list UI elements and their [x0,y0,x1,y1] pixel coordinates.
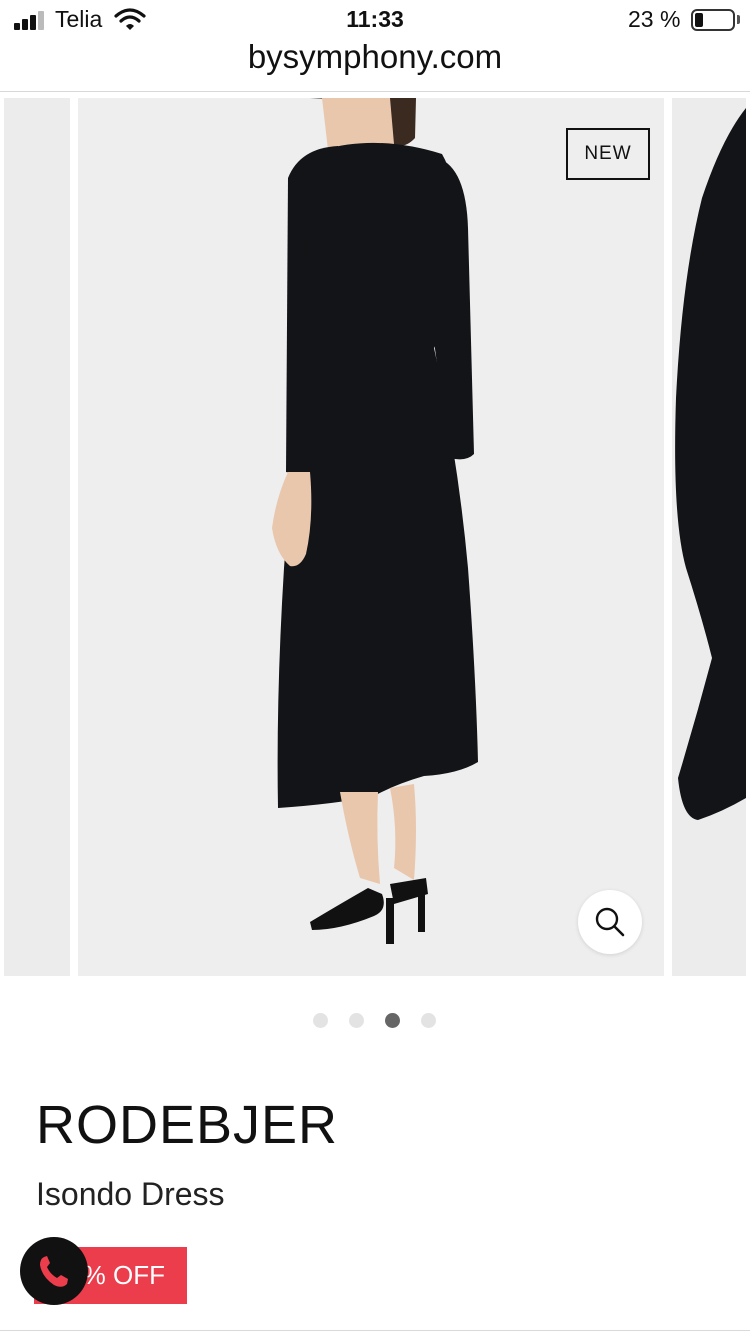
zoom-button[interactable] [578,890,642,954]
chat-button[interactable] [20,1237,88,1305]
battery-percent: 23 % [628,6,681,32]
product-image-carousel[interactable]: NEW [0,98,750,978]
pagination-dot[interactable] [349,1013,364,1028]
search-icon [595,907,625,937]
new-badge: NEW [566,128,650,180]
previous-slide[interactable] [4,98,70,976]
pagination-dot[interactable] [313,1013,328,1028]
carousel-pagination [0,1013,750,1029]
address-bar[interactable]: bysymphony.com [0,38,750,76]
product-name: Isondo Dress [36,1176,225,1212]
pagination-dot[interactable] [421,1013,436,1028]
header-divider [0,91,750,92]
phone-icon [40,1256,68,1287]
product-image[interactable]: NEW [78,98,664,976]
next-dress-photo [675,108,746,820]
dress-photo [272,98,478,944]
pagination-dot-active[interactable] [385,1013,400,1028]
battery-nub [737,15,740,24]
next-slide[interactable] [672,98,746,976]
battery-icon [691,9,735,31]
bottom-divider [0,1330,750,1331]
status-bar: Telia 11:33 23 % [0,0,750,40]
brand-name: RODEBJER [36,1095,339,1155]
